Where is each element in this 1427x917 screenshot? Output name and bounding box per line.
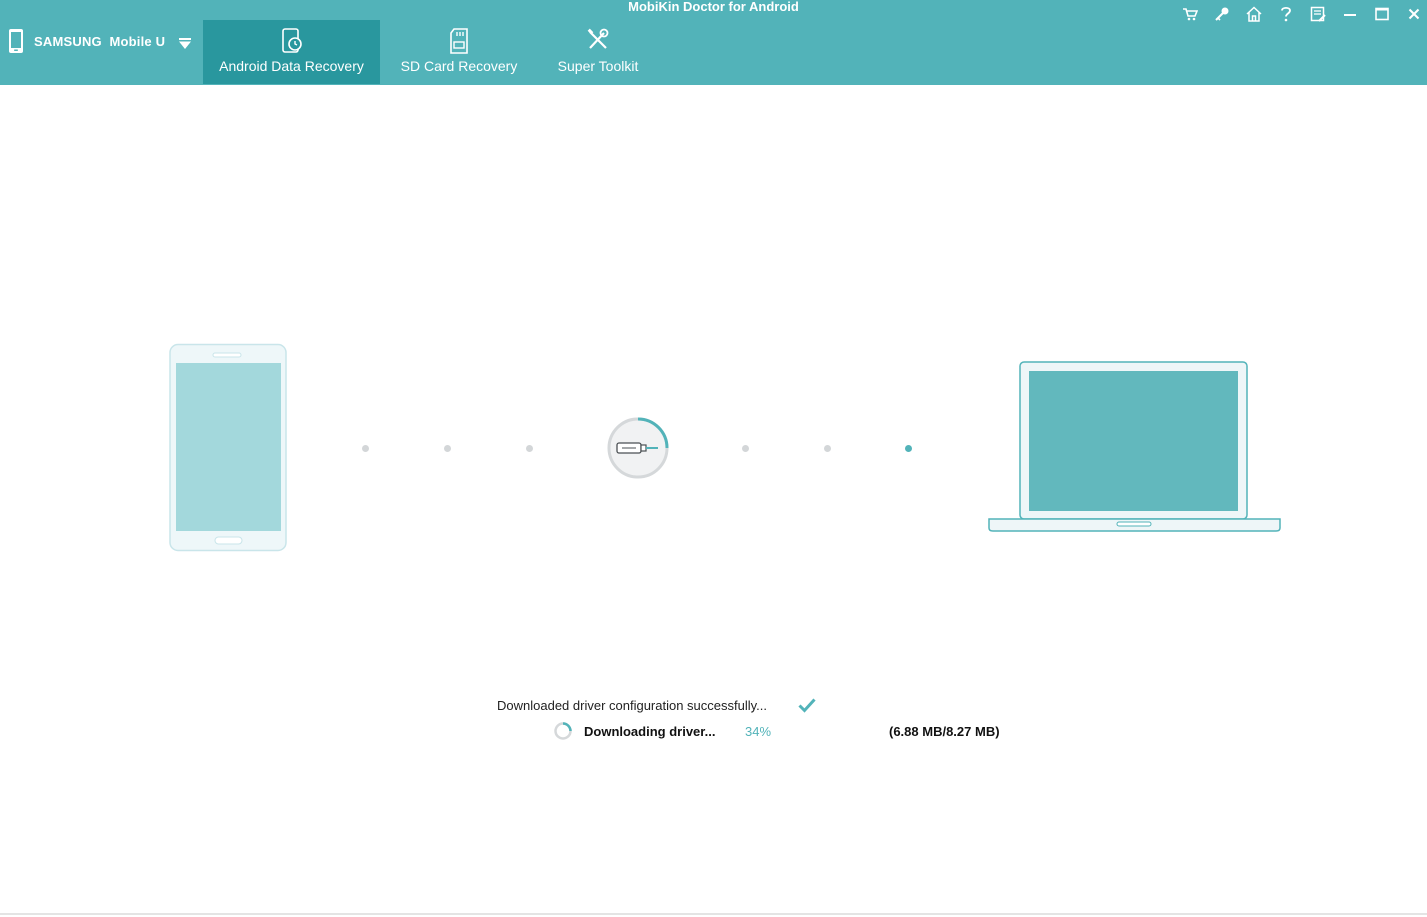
- config-status-text: Downloaded driver configuration successf…: [497, 698, 768, 713]
- loading-spinner-icon: [553, 721, 573, 746]
- connection-dot: [362, 445, 369, 452]
- key-icon[interactable]: [1211, 4, 1233, 24]
- device-name: SAMSUNG Mobile U: [34, 34, 166, 49]
- tab-super-toolkit[interactable]: Super Toolkit: [548, 20, 648, 84]
- download-size-text: (6.88 MB/8.27 MB): [889, 724, 1000, 739]
- tab-label: Android Data Recovery: [219, 58, 364, 74]
- tab-label: SD Card Recovery: [400, 58, 518, 74]
- help-icon[interactable]: [1275, 4, 1297, 24]
- check-icon: [798, 697, 816, 718]
- phone-icon: [8, 28, 24, 59]
- maximize-icon[interactable]: [1371, 4, 1393, 24]
- device-selector[interactable]: SAMSUNG Mobile U: [0, 20, 200, 64]
- cart-icon[interactable]: [1179, 4, 1201, 24]
- usb-connector-icon: [607, 417, 669, 479]
- sd-card-icon: [449, 28, 469, 59]
- phone-recovery-icon: [280, 28, 304, 59]
- top-bar: MobiKin Doctor for Android SAMSUNG Mobil…: [0, 0, 1427, 85]
- minimize-icon[interactable]: [1339, 4, 1361, 24]
- laptop-illustration: [988, 361, 1281, 532]
- connection-dot-active: [905, 445, 912, 452]
- bottom-divider: [0, 913, 1427, 915]
- dropdown-arrow-icon[interactable]: [178, 37, 192, 55]
- connection-dot: [444, 445, 451, 452]
- driver-download-text: Downloading driver...: [584, 724, 716, 739]
- tab-android-data-recovery[interactable]: Android Data Recovery: [203, 20, 380, 84]
- connection-dot: [526, 445, 533, 452]
- phone-illustration: [169, 343, 287, 552]
- feedback-icon[interactable]: [1307, 4, 1329, 24]
- home-icon[interactable]: [1243, 4, 1265, 24]
- tools-icon: [586, 28, 610, 57]
- tab-sd-card-recovery[interactable]: SD Card Recovery: [393, 20, 525, 84]
- tab-label: Super Toolkit: [557, 58, 639, 74]
- connection-dot: [742, 445, 749, 452]
- connection-dot: [824, 445, 831, 452]
- close-icon[interactable]: [1403, 4, 1425, 24]
- progress-percent: 34%: [745, 724, 772, 739]
